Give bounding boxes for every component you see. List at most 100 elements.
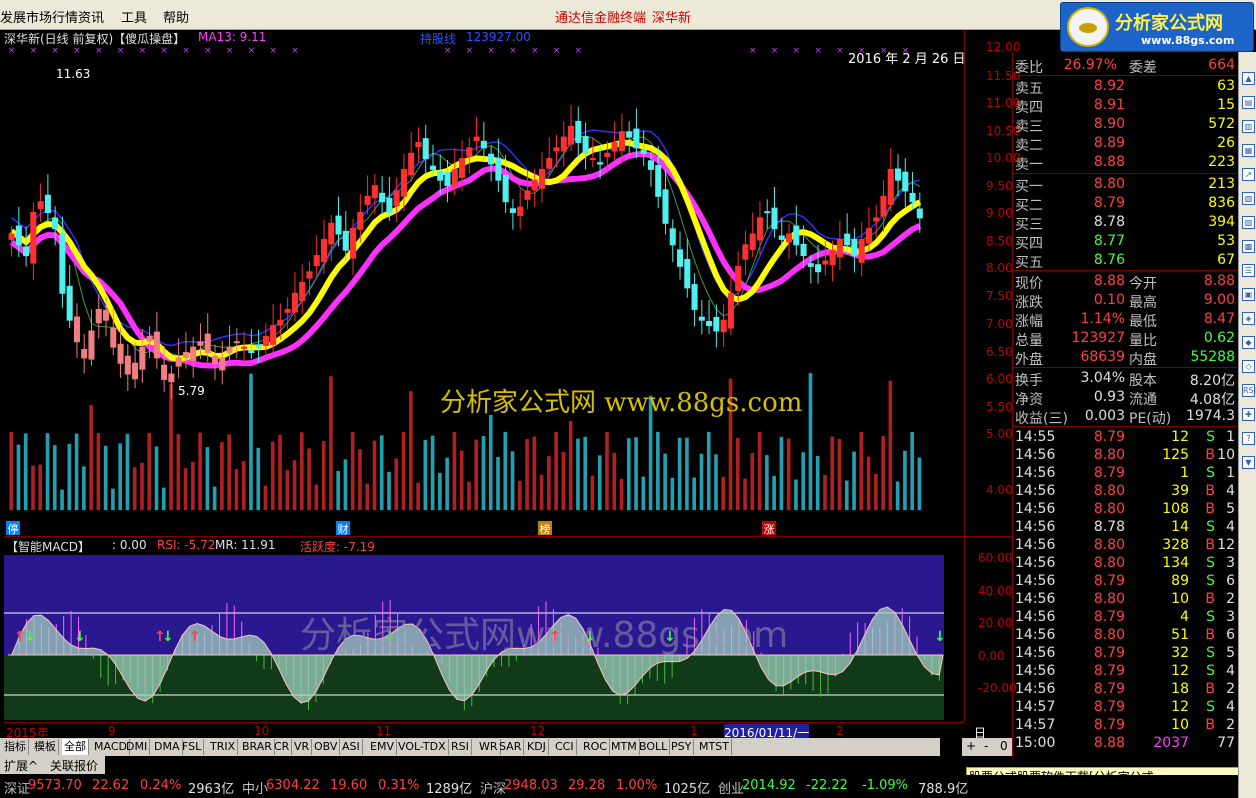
candle-body [480,140,487,149]
tab-dma[interactable]: DMA [152,739,183,755]
fin-value: 0.93 [1093,389,1125,405]
event-tag-suspend[interactable]: 停 [6,521,20,536]
zoom-reset-button[interactable]: 0 [1000,739,1008,753]
tab-boll[interactable]: BOLL [637,739,671,755]
tool-icon[interactable]: ▤ [1242,96,1255,109]
stat-label: 今开 [1129,276,1157,292]
zoom-in-button[interactable]: + [966,739,976,753]
tab-指标[interactable]: 指标 [2,739,29,755]
date-tick: 11 [376,724,392,738]
tab-fsl[interactable]: FSL [180,739,205,755]
tick-time: 14:57 [1015,717,1056,733]
event-tag-rise[interactable]: 涨 [762,521,776,536]
buy-row: 买四 8.77 53 [1015,232,1237,252]
candle-body [30,211,37,264]
sell-row: 卖四 8.91 15 [1015,96,1237,116]
candle-body [909,192,916,203]
menu-tools[interactable]: 工具 [121,7,147,26]
tick-row: 14:55 8.79 12 S 1 [1015,428,1237,447]
tool-icon[interactable]: ▧ [1242,192,1255,205]
tab-roc[interactable]: ROC [581,739,610,755]
stat-row: 涨跌 0.10 最高 9.00 [1015,291,1237,311]
tool-icon[interactable]: ? [1242,432,1255,445]
tick-price: 8.80 [1093,501,1125,517]
kline-chart[interactable]: × × × × × × × × × × × × × × × × × × × × × × × × × × × × × [4,30,944,535]
index-name: 创业 [718,782,745,797]
zoom-out-button[interactable]: - [984,739,988,753]
tick-time: 14:56 [1015,681,1056,697]
tab-trix[interactable]: TRIX [208,739,239,755]
tool-icon[interactable]: ◇ [1242,360,1255,373]
tool-icon[interactable]: RSI [1242,384,1256,397]
volume-bar [547,456,551,511]
tab-sar[interactable]: SAR [497,739,525,755]
tool-icon[interactable]: ↗ [1242,168,1255,181]
tab-vol-tdx[interactable]: VOL-TDX [396,739,449,755]
tab-mtm[interactable]: MTM [609,739,640,755]
volume-bar [191,461,195,511]
tick-price: 8.78 [1093,519,1125,535]
tab-mtst[interactable]: MTST [697,739,732,755]
tick-time: 14:56 [1015,609,1056,625]
tool-icon[interactable]: ☰ [1242,264,1255,277]
tab-dmi[interactable]: DMI [124,739,151,755]
signal-mark: × [836,46,843,56]
site-logo[interactable]: 分析家公式网 www.88gs.com [1060,2,1254,52]
buy-volume: 836 [1208,195,1235,211]
volume-bar [874,474,878,511]
tab-全部[interactable]: 全部 [62,739,89,755]
related-quote-button[interactable]: 关联报价 [50,757,98,774]
buy-label: 买三 [1015,217,1043,233]
volume-bar [597,455,602,511]
candle-body [560,136,567,152]
tool-icon[interactable]: ◆ [1242,336,1255,349]
tool-icon[interactable]: ▦ [1242,144,1255,157]
buy-volume: 394 [1208,214,1235,230]
tool-icon[interactable]: ▲ [1242,72,1255,85]
tab-psy[interactable]: PSY [669,739,695,755]
tool-icon[interactable]: ▼ [1242,456,1255,469]
volume-bar [706,431,711,511]
tab-kdj[interactable]: KDJ [525,739,549,755]
tab-asi[interactable]: ASI [340,739,363,755]
tick-volume: 14 [1171,519,1189,535]
menu-market[interactable]: 发展市场行情 [0,7,78,26]
volume-bar [641,476,646,511]
menu-info[interactable]: 资讯 [78,7,104,26]
stat-value: 123927 [1071,330,1125,346]
fin-label: 流通 [1129,392,1157,408]
tab-vr[interactable]: VR [292,739,313,755]
tool-icon[interactable]: ▨ [1242,216,1255,229]
tab-rsi[interactable]: RSI [449,739,472,755]
volume-bar [52,445,57,511]
tab-模板[interactable]: 模板 [32,739,59,755]
tab-emv[interactable]: EMV [368,739,397,755]
sell-price: 8.88 [1093,154,1125,170]
tick-row: 14:56 8.80 10 B 2 [1015,590,1237,609]
tick-side: S [1206,465,1215,481]
candle-body [582,136,589,154]
candle-body [386,197,393,213]
candle-body [785,233,793,243]
tab-cr[interactable]: CR [272,739,293,755]
volume-bar [394,458,399,511]
event-tag-finance[interactable]: 财 [336,521,350,536]
tab-obv[interactable]: OBV [312,739,341,755]
tool-icon[interactable]: ✚ [1242,408,1255,421]
volume-bar [583,436,588,511]
volume-bar [220,442,224,511]
menu-help[interactable]: 帮助 [163,7,189,26]
candle-body [110,327,117,348]
candle-body [335,215,342,235]
tool-icon[interactable]: ◈ [1242,312,1255,325]
tab-brar[interactable]: BRAR [240,739,275,755]
candle-body [299,282,306,302]
tool-icon[interactable]: ▩ [1242,240,1255,253]
tab-cci[interactable]: CCI [553,739,577,755]
tool-icon[interactable]: ▥ [1242,120,1255,133]
tool-icon[interactable]: ▣ [1242,288,1255,301]
tick-price: 8.79 [1093,465,1125,481]
sell-label: 卖三 [1015,119,1043,135]
event-tag-rank[interactable]: 榜 [538,521,552,536]
expand-button[interactable]: 扩展^ [4,757,38,774]
